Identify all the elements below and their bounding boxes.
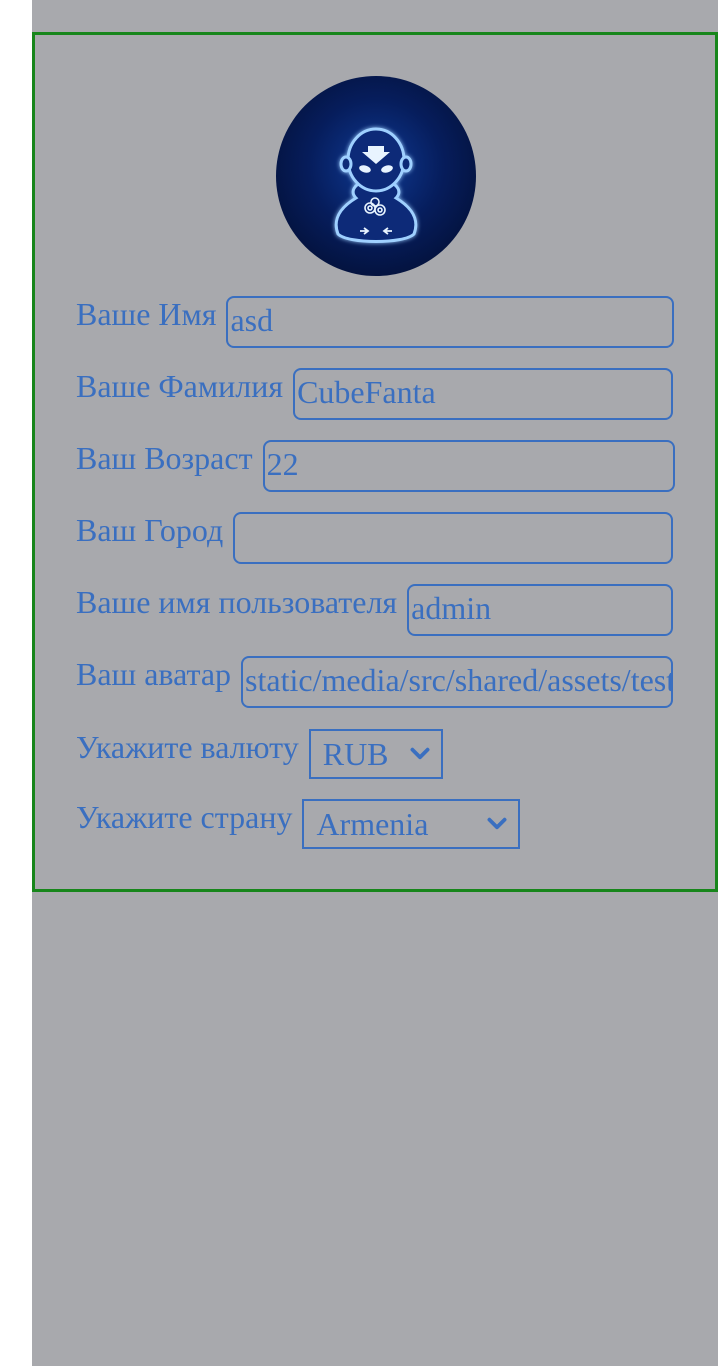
avatar-url-row: Ваш аватар static/media/src/shared/asset… — [76, 656, 674, 708]
username-label: Ваше имя пользователя — [76, 584, 398, 620]
avatar-figure-icon — [334, 127, 418, 243]
first-name-row: Ваше Имя asd — [76, 296, 675, 348]
country-select[interactable]: Armenia — [302, 799, 521, 849]
username-input[interactable]: admin — [407, 584, 674, 636]
last-name-input[interactable]: CubeFanta — [293, 368, 674, 420]
country-select-value: Armenia — [316, 806, 429, 842]
age-input[interactable]: 22 — [262, 440, 675, 492]
currency-select[interactable]: RUB — [308, 729, 443, 779]
age-row: Ваш Возраст 22 — [76, 440, 675, 492]
profile-card: Ваше Имя asd Ваше Фамилия CubeFanta Ваш … — [32, 32, 718, 892]
avatar — [276, 76, 476, 276]
age-label: Ваш Возраст — [76, 440, 253, 476]
chevron-down-icon — [410, 747, 430, 760]
username-row: Ваше имя пользователя admin — [76, 584, 674, 636]
currency-row: Укажите валюту RUB — [76, 729, 443, 779]
last-name-row: Ваше Фамилия CubeFanta — [76, 368, 674, 420]
first-name-input[interactable]: asd — [226, 296, 675, 348]
currency-label: Укажите валюту — [76, 729, 299, 765]
city-row: Ваш Город — [76, 512, 674, 564]
country-label: Укажите страну — [76, 799, 293, 835]
currency-select-value: RUB — [322, 736, 389, 772]
chevron-down-icon — [487, 817, 507, 830]
country-row: Укажите страну Armenia — [76, 799, 521, 849]
last-name-label: Ваше Фамилия — [76, 368, 284, 404]
city-label: Ваш Город — [76, 512, 224, 548]
city-input[interactable] — [233, 512, 674, 564]
avatar-url-label: Ваш аватар — [76, 656, 232, 692]
avatar-url-input[interactable]: static/media/src/shared/assets/test — [241, 656, 674, 708]
first-name-label: Ваше Имя — [76, 296, 217, 332]
